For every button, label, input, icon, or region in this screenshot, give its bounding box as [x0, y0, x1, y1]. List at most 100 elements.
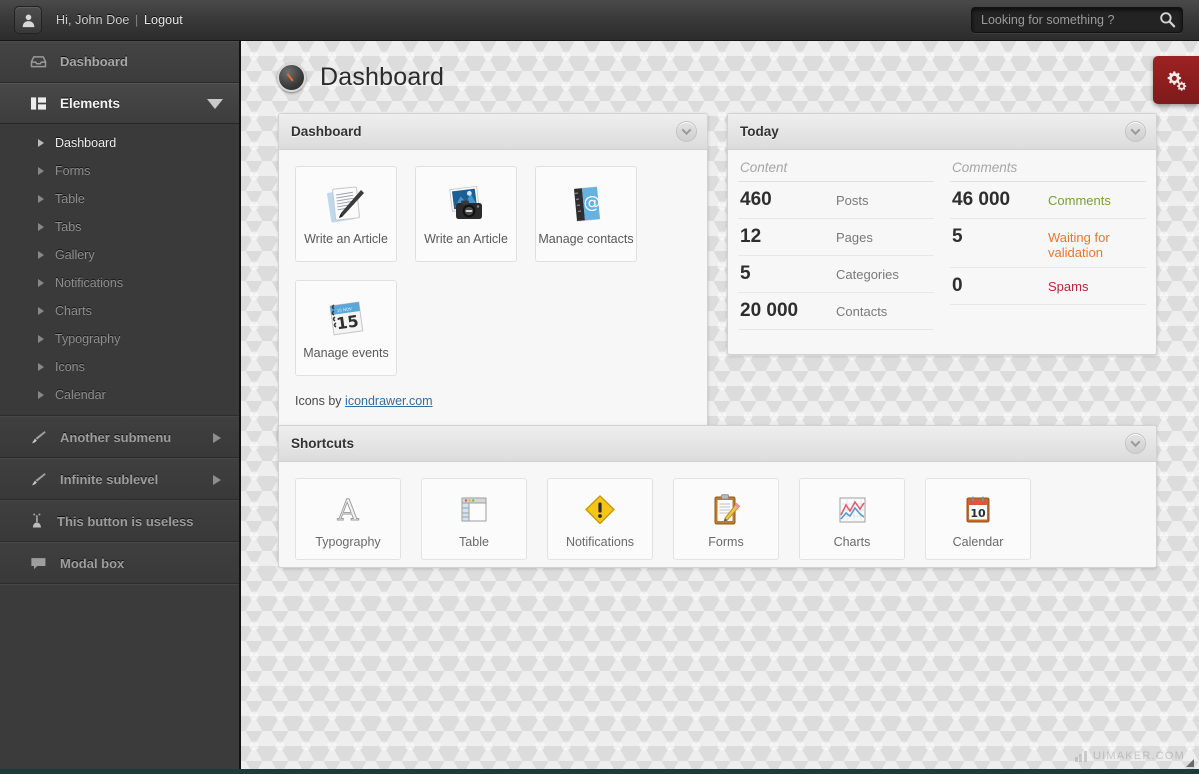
chevron-right-icon[interactable] — [213, 475, 221, 485]
sidebar-item-elements[interactable]: Elements — [0, 83, 239, 124]
avatar[interactable] — [14, 6, 42, 34]
icon-credit-text: Icons by — [295, 394, 342, 408]
sidebar-row-label: Infinite sublevel — [60, 471, 159, 487]
shortcuts-panel-body: A Typography Table Notifications Forms C… — [279, 462, 1156, 576]
today-panel-collapse-button[interactable] — [1125, 121, 1146, 142]
stat-value: 5 — [952, 226, 963, 247]
line-chart-icon — [836, 489, 868, 531]
window-table-icon — [458, 489, 490, 531]
shortcuts-panel-collapse-button[interactable] — [1125, 433, 1146, 454]
logout-link[interactable]: Logout — [144, 13, 183, 27]
triangle-right-icon — [38, 195, 44, 203]
table-row: 0 Spams — [950, 268, 1146, 305]
watermark-text: UIMAKER.COM — [1092, 750, 1185, 762]
shortcut-label: Typography — [315, 535, 381, 549]
icondrawer-link[interactable]: icondrawer.com — [345, 394, 433, 408]
pin-icon — [32, 513, 41, 528]
tile-manage-events[interactable]: 15 NOV 15 Manage events — [295, 280, 397, 376]
settings-button[interactable] — [1153, 56, 1199, 104]
sidebar: Dashboard Elements Dashboard Forms Table… — [0, 41, 241, 774]
stat-value: 460 — [740, 189, 772, 210]
sidebar-item-tabs[interactable]: Tabs — [0, 213, 239, 241]
sidebar-item-infinite-sublevel[interactable]: Infinite sublevel — [0, 458, 239, 500]
table-row-spacer — [950, 305, 1146, 338]
shortcut-tiles: A Typography Table Notifications Forms C… — [295, 478, 1140, 560]
tile-write-an-article-2[interactable]: Write an Article — [415, 166, 517, 262]
gauge-icon — [277, 63, 306, 92]
user-avatar-icon — [22, 14, 34, 27]
shortcut-typography[interactable]: A Typography — [295, 478, 401, 560]
top-bar: Hi, John Doe | Logout — [0, 0, 1199, 41]
dashboard-panel-header: Dashboard — [279, 114, 707, 150]
chevron-right-icon[interactable] — [213, 433, 221, 443]
letter-a-icon: A — [330, 489, 366, 531]
page-title: Dashboard — [277, 63, 1199, 92]
greeting-separator: | — [135, 13, 139, 27]
table-row: 460 Posts — [738, 182, 934, 219]
chevron-down-icon — [1130, 437, 1141, 448]
dashboard-panel-collapse-button[interactable] — [676, 121, 697, 142]
resize-grip-icon[interactable] — [1185, 758, 1195, 768]
table-row: 46 000 Comments — [950, 182, 1146, 219]
sidebar-item-dashboard[interactable]: Dashboard — [0, 41, 239, 83]
sidebar-item-notifications[interactable]: Notifications — [0, 269, 239, 297]
gears-icon — [1167, 71, 1187, 91]
photo-camera-icon — [443, 179, 489, 231]
shortcut-label: Table — [459, 535, 489, 549]
triangle-right-icon — [38, 335, 44, 343]
shortcuts-panel-title: Shortcuts — [291, 436, 355, 451]
triangle-right-icon — [38, 363, 44, 371]
sidebar-item-gallery[interactable]: Gallery — [0, 241, 239, 269]
user-name: John Doe — [75, 13, 130, 27]
layout-icon — [31, 97, 46, 110]
sidebar-item-icons[interactable]: Icons — [0, 353, 239, 381]
stat-label: Contacts — [836, 304, 888, 319]
sidebar-item-table[interactable]: Table — [0, 185, 239, 213]
sidebar-row-label: Modal box — [60, 555, 125, 571]
sidebar-filler — [0, 584, 239, 774]
triangle-right-icon — [38, 223, 44, 231]
tile-write-an-article-1[interactable]: Write an Article — [295, 166, 397, 262]
today-panel: Today Content 460 Posts 12 Pages 5 Categ… — [727, 113, 1157, 355]
tile-label: Manage events — [303, 346, 389, 360]
shortcut-notifications[interactable]: Notifications — [547, 478, 653, 560]
sidebar-item-useless-button[interactable]: This button is useless — [0, 500, 239, 542]
sidebar-submenu: Dashboard Forms Table Tabs Gallery Notif… — [0, 124, 239, 416]
search-input[interactable] — [971, 7, 1183, 33]
brush-icon — [31, 430, 46, 443]
triangle-right-icon — [38, 307, 44, 315]
sidebar-item-typography[interactable]: Typography — [0, 325, 239, 353]
content-stats-column: Content 460 Posts 12 Pages 5 Categories … — [738, 154, 934, 338]
sidebar-subitem-label: Typography — [55, 332, 121, 346]
stat-label: Categories — [836, 267, 899, 282]
stat-value: 5 — [740, 263, 751, 284]
tile-manage-contacts[interactable]: @ Manage contacts — [535, 166, 637, 262]
document-pen-icon — [323, 179, 369, 231]
sidebar-item-forms[interactable]: Forms — [0, 157, 239, 185]
sidebar-subitem-label: Gallery — [55, 248, 95, 262]
chevron-down-icon[interactable] — [207, 99, 223, 109]
table-row: 5 Waiting for validation — [950, 219, 1146, 268]
calendar-10-icon: 10 — [962, 489, 994, 531]
sidebar-item-dashboard-sub[interactable]: Dashboard — [0, 129, 239, 157]
chevron-down-icon — [681, 125, 692, 136]
today-panel-header: Today — [728, 114, 1156, 150]
shortcut-label: Calendar — [952, 535, 1004, 549]
search-box — [971, 7, 1183, 33]
greeting-text: Hi, John Doe | Logout — [56, 13, 183, 27]
stat-label: Spams — [1048, 279, 1089, 294]
sidebar-subitem-label: Forms — [55, 164, 91, 178]
sidebar-item-calendar[interactable]: Calendar — [0, 381, 239, 409]
shortcut-calendar[interactable]: 10 Calendar — [925, 478, 1031, 560]
sidebar-row-label: This button is useless — [57, 513, 194, 529]
sidebar-item-another-submenu[interactable]: Another submenu — [0, 416, 239, 458]
shortcut-charts[interactable]: Charts — [799, 478, 905, 560]
sidebar-item-charts[interactable]: Charts — [0, 297, 239, 325]
shortcut-forms[interactable]: Forms — [673, 478, 779, 560]
shortcut-label: Forms — [708, 535, 744, 549]
sidebar-item-modal-box[interactable]: Modal box — [0, 542, 239, 584]
sidebar-subitem-label: Table — [55, 192, 85, 206]
shortcut-table[interactable]: Table — [421, 478, 527, 560]
table-row: 5 Categories — [738, 256, 934, 293]
watermark: UIMAKER.COM — [1074, 750, 1185, 762]
